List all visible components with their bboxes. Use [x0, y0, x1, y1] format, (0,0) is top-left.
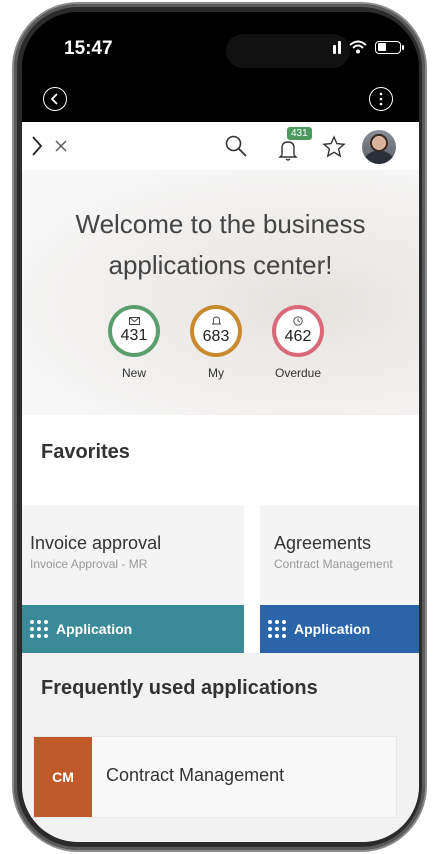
metric-overdue[interactable]: 462 Overdue	[258, 309, 338, 380]
card-type-label: Application	[294, 621, 371, 637]
frequent-section: Frequently used applications CM Contract…	[22, 653, 419, 842]
card-type-label: Application	[56, 621, 133, 637]
phone-bezel: 15:47 431 Welcome to the business applic…	[22, 12, 419, 842]
welcome-title: Welcome to the business applications cen…	[75, 209, 366, 280]
status-icons	[333, 40, 404, 54]
metric-value: 462	[284, 328, 312, 345]
metric-label: Overdue	[274, 366, 322, 380]
card-subtitle: Contract Management	[274, 557, 393, 571]
wifi-icon	[349, 40, 367, 54]
browser-bar	[22, 82, 419, 122]
favorite-card[interactable]: Invoice approval Invoice Approval - MR A…	[22, 505, 244, 653]
list-item[interactable]: CM Contract Management	[34, 737, 396, 817]
clock-icon	[293, 316, 303, 328]
list-item-label: Contract Management	[106, 765, 285, 785]
expand-icon[interactable]	[28, 132, 46, 160]
close-icon[interactable]	[52, 136, 70, 156]
bell-icon[interactable]	[274, 136, 302, 164]
hero-banner: Welcome to the business applications cen…	[22, 170, 419, 415]
app-content: 431 Welcome to the business applications…	[22, 122, 419, 842]
screen: 15:47 431 Welcome to the business applic…	[22, 12, 419, 842]
star-icon[interactable]	[320, 133, 348, 161]
frequent-title: Frequently used applications	[41, 677, 318, 699]
card-subtitle: Invoice Approval - MR	[30, 557, 148, 571]
metric-ring: 683	[194, 309, 238, 353]
card-footer: Application	[260, 605, 419, 653]
app-grid-icon	[268, 620, 286, 638]
search-icon[interactable]	[222, 132, 250, 160]
card-title: Agreements	[274, 533, 372, 553]
status-time: 15:47	[64, 38, 113, 59]
metric-ring: 462	[276, 309, 320, 353]
metric-new[interactable]: 431 New	[94, 309, 174, 380]
envelope-icon	[128, 317, 140, 327]
favorites-section: Favorites Invoice approval Invoice Appro…	[22, 415, 419, 653]
battery-icon	[375, 40, 404, 54]
signal-icon	[333, 40, 341, 54]
metric-value: 431	[120, 327, 148, 344]
bell-icon	[210, 316, 222, 328]
favorites-title: Favorites	[41, 441, 130, 463]
status-bar: 15:47	[22, 12, 419, 82]
metric-label: My	[208, 366, 224, 380]
metric-label: New	[121, 366, 146, 380]
more-options-icon[interactable]	[369, 87, 393, 111]
metric-ring: 431	[112, 309, 156, 353]
avatar[interactable]	[362, 130, 396, 164]
app-tile: CM	[34, 737, 92, 817]
app-header: 431	[22, 122, 419, 170]
back-icon[interactable]	[43, 87, 67, 111]
card-title: Invoice approval	[30, 533, 162, 553]
notification-badge: 431	[287, 127, 312, 140]
metric-value: 683	[202, 328, 230, 345]
metric-my[interactable]: 683 My	[176, 309, 256, 380]
card-footer: Application	[22, 605, 244, 653]
dynamic-island	[226, 34, 350, 68]
app-grid-icon	[30, 620, 48, 638]
favorite-card[interactable]: Agreements Contract Management Applicati…	[260, 505, 419, 653]
